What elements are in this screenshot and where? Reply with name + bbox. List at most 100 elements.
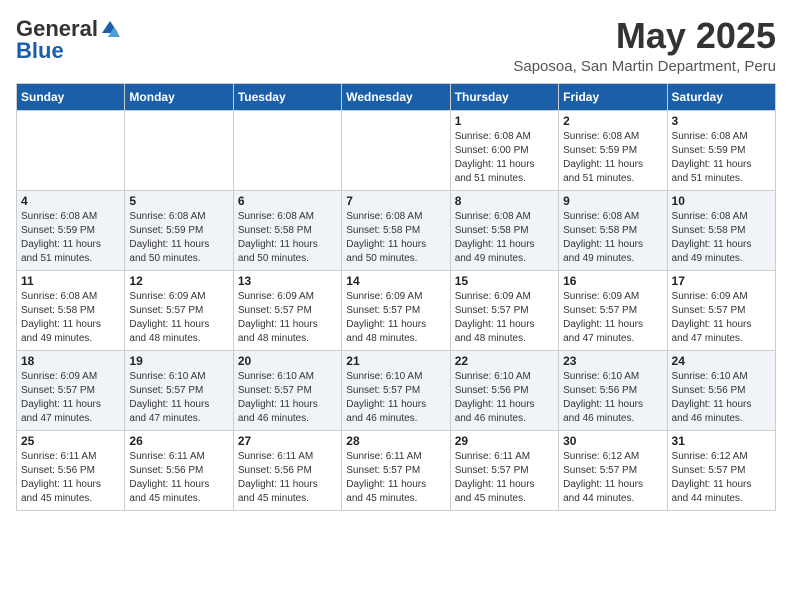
calendar-cell: 24Sunrise: 6:10 AM Sunset: 5:56 PM Dayli… <box>667 350 775 430</box>
calendar-cell: 23 Sunrise: 6:10 AM Sunset: 5:56 PM Dayli… <box>559 350 667 430</box>
header-day-friday: Friday <box>559 83 667 110</box>
day-number: 9 <box>563 194 662 208</box>
calendar-cell: 18Sunrise: 6:09 AM Sunset: 5:57 PM Dayli… <box>17 350 125 430</box>
calendar-cell <box>17 110 125 190</box>
header-day-tuesday: Tuesday <box>233 83 341 110</box>
header-day-sunday: Sunday <box>17 83 125 110</box>
calendar-cell: 8 Sunrise: 6:08 AM Sunset: 5:58 PM Daylig… <box>450 190 558 270</box>
calendar-cell: 30 Sunrise: 6:12 AM Sunset: 5:57 PM Dayli… <box>559 430 667 510</box>
day-number: 27 <box>238 434 337 448</box>
day-info: Sunrise: 6:08 AM Sunset: 6:00 PM Dayligh… <box>455 130 554 186</box>
calendar-cell: 7 Sunrise: 6:08 AM Sunset: 5:58 PM Daylig… <box>342 190 450 270</box>
day-number: 22 <box>455 354 554 368</box>
day-info: Sunrise: 6:11 AM Sunset: 5:56 PM Dayligh… <box>21 450 120 506</box>
day-info: Sunrise: 6:08 AM Sunset: 5:59 PM Dayligh… <box>21 210 120 266</box>
calendar-week-row: 25 Sunrise: 6:11 AM Sunset: 5:56 PM Dayli… <box>17 430 776 510</box>
day-info: Sunrise: 6:11 AM Sunset: 5:57 PM Dayligh… <box>346 450 445 506</box>
header: General Blue May 2025 Saposoa, San Marti… <box>16 16 776 75</box>
day-info: Sunrise: 6:10 AM Sunset: 5:56 PM Dayligh… <box>563 370 662 426</box>
calendar-cell: 14 Sunrise: 6:09 AM Sunset: 5:57 PM Dayli… <box>342 270 450 350</box>
day-number: 16 <box>563 274 662 288</box>
day-number: 2 <box>563 114 662 128</box>
logo-icon <box>100 19 120 39</box>
calendar-cell: 15 Sunrise: 6:09 AM Sunset: 5:57 PM Dayli… <box>450 270 558 350</box>
day-info: Sunrise: 6:09 AM Sunset: 5:57 PM Dayligh… <box>563 290 662 346</box>
day-info: Sunrise: 6:08 AM Sunset: 5:58 PM Dayligh… <box>238 210 337 266</box>
day-info: Sunrise: 6:12 AM Sunset: 5:57 PM Dayligh… <box>672 450 771 506</box>
day-number: 8 <box>455 194 554 208</box>
calendar-cell: 6 Sunrise: 6:08 AM Sunset: 5:58 PM Daylig… <box>233 190 341 270</box>
day-number: 12 <box>129 274 228 288</box>
calendar-cell: 1Sunrise: 6:08 AM Sunset: 6:00 PM Daylig… <box>450 110 558 190</box>
day-info: Sunrise: 6:09 AM Sunset: 5:57 PM Dayligh… <box>21 370 120 426</box>
header-day-monday: Monday <box>125 83 233 110</box>
day-info: Sunrise: 6:08 AM Sunset: 5:59 PM Dayligh… <box>563 130 662 186</box>
calendar-cell: 20 Sunrise: 6:10 AM Sunset: 5:57 PM Dayli… <box>233 350 341 430</box>
day-number: 15 <box>455 274 554 288</box>
title-section: May 2025 Saposoa, San Martin Department,… <box>513 16 776 75</box>
location-title: Saposoa, San Martin Department, Peru <box>513 58 776 75</box>
day-number: 14 <box>346 274 445 288</box>
calendar-cell: 26Sunrise: 6:11 AM Sunset: 5:56 PM Dayli… <box>125 430 233 510</box>
day-info: Sunrise: 6:08 AM Sunset: 5:58 PM Dayligh… <box>455 210 554 266</box>
day-info: Sunrise: 6:08 AM Sunset: 5:59 PM Dayligh… <box>129 210 228 266</box>
calendar-cell: 2 Sunrise: 6:08 AM Sunset: 5:59 PM Daylig… <box>559 110 667 190</box>
day-number: 19 <box>129 354 228 368</box>
day-info: Sunrise: 6:08 AM Sunset: 5:58 PM Dayligh… <box>563 210 662 266</box>
calendar-week-row: 1Sunrise: 6:08 AM Sunset: 6:00 PM Daylig… <box>17 110 776 190</box>
day-info: Sunrise: 6:11 AM Sunset: 5:56 PM Dayligh… <box>238 450 337 506</box>
day-number: 30 <box>563 434 662 448</box>
calendar-week-row: 18Sunrise: 6:09 AM Sunset: 5:57 PM Dayli… <box>17 350 776 430</box>
day-info: Sunrise: 6:09 AM Sunset: 5:57 PM Dayligh… <box>672 290 771 346</box>
day-info: Sunrise: 6:11 AM Sunset: 5:56 PM Dayligh… <box>129 450 228 506</box>
calendar-cell: 12 Sunrise: 6:09 AM Sunset: 5:57 PM Dayli… <box>125 270 233 350</box>
day-number: 25 <box>21 434 120 448</box>
day-number: 6 <box>238 194 337 208</box>
day-number: 3 <box>672 114 771 128</box>
calendar-cell: 5 Sunrise: 6:08 AM Sunset: 5:59 PM Daylig… <box>125 190 233 270</box>
day-info: Sunrise: 6:08 AM Sunset: 5:58 PM Dayligh… <box>346 210 445 266</box>
day-info: Sunrise: 6:09 AM Sunset: 5:57 PM Dayligh… <box>455 290 554 346</box>
header-day-wednesday: Wednesday <box>342 83 450 110</box>
calendar-cell: 19Sunrise: 6:10 AM Sunset: 5:57 PM Dayli… <box>125 350 233 430</box>
calendar-cell <box>233 110 341 190</box>
calendar-table: SundayMondayTuesdayWednesdayThursdayFrid… <box>16 83 776 511</box>
calendar-cell: 27 Sunrise: 6:11 AM Sunset: 5:56 PM Dayli… <box>233 430 341 510</box>
day-number: 23 <box>563 354 662 368</box>
day-number: 24 <box>672 354 771 368</box>
day-number: 28 <box>346 434 445 448</box>
day-number: 11 <box>21 274 120 288</box>
calendar-cell: 21Sunrise: 6:10 AM Sunset: 5:57 PM Dayli… <box>342 350 450 430</box>
calendar-week-row: 11Sunrise: 6:08 AM Sunset: 5:58 PM Dayli… <box>17 270 776 350</box>
calendar-cell: 9 Sunrise: 6:08 AM Sunset: 5:58 PM Daylig… <box>559 190 667 270</box>
calendar-cell: 11Sunrise: 6:08 AM Sunset: 5:58 PM Dayli… <box>17 270 125 350</box>
day-info: Sunrise: 6:10 AM Sunset: 5:56 PM Dayligh… <box>455 370 554 426</box>
day-number: 20 <box>238 354 337 368</box>
day-info: Sunrise: 6:10 AM Sunset: 5:57 PM Dayligh… <box>346 370 445 426</box>
day-number: 31 <box>672 434 771 448</box>
calendar-cell: 16 Sunrise: 6:09 AM Sunset: 5:57 PM Dayli… <box>559 270 667 350</box>
day-number: 7 <box>346 194 445 208</box>
day-number: 29 <box>455 434 554 448</box>
calendar-week-row: 4 Sunrise: 6:08 AM Sunset: 5:59 PM Daylig… <box>17 190 776 270</box>
day-number: 5 <box>129 194 228 208</box>
calendar-cell: 4 Sunrise: 6:08 AM Sunset: 5:59 PM Daylig… <box>17 190 125 270</box>
day-info: Sunrise: 6:08 AM Sunset: 5:58 PM Dayligh… <box>672 210 771 266</box>
day-info: Sunrise: 6:09 AM Sunset: 5:57 PM Dayligh… <box>346 290 445 346</box>
day-info: Sunrise: 6:09 AM Sunset: 5:57 PM Dayligh… <box>238 290 337 346</box>
calendar-cell: 29 Sunrise: 6:11 AM Sunset: 5:57 PM Dayli… <box>450 430 558 510</box>
day-info: Sunrise: 6:12 AM Sunset: 5:57 PM Dayligh… <box>563 450 662 506</box>
day-number: 4 <box>21 194 120 208</box>
calendar-cell: 13 Sunrise: 6:09 AM Sunset: 5:57 PM Dayli… <box>233 270 341 350</box>
calendar-cell <box>342 110 450 190</box>
day-info: Sunrise: 6:09 AM Sunset: 5:57 PM Dayligh… <box>129 290 228 346</box>
day-info: Sunrise: 6:10 AM Sunset: 5:57 PM Dayligh… <box>238 370 337 426</box>
calendar-cell: 10Sunrise: 6:08 AM Sunset: 5:58 PM Dayli… <box>667 190 775 270</box>
month-title: May 2025 <box>513 16 776 56</box>
logo: General Blue <box>16 16 120 64</box>
day-number: 13 <box>238 274 337 288</box>
day-info: Sunrise: 6:08 AM Sunset: 5:59 PM Dayligh… <box>672 130 771 186</box>
day-info: Sunrise: 6:11 AM Sunset: 5:57 PM Dayligh… <box>455 450 554 506</box>
header-day-saturday: Saturday <box>667 83 775 110</box>
calendar-cell <box>125 110 233 190</box>
